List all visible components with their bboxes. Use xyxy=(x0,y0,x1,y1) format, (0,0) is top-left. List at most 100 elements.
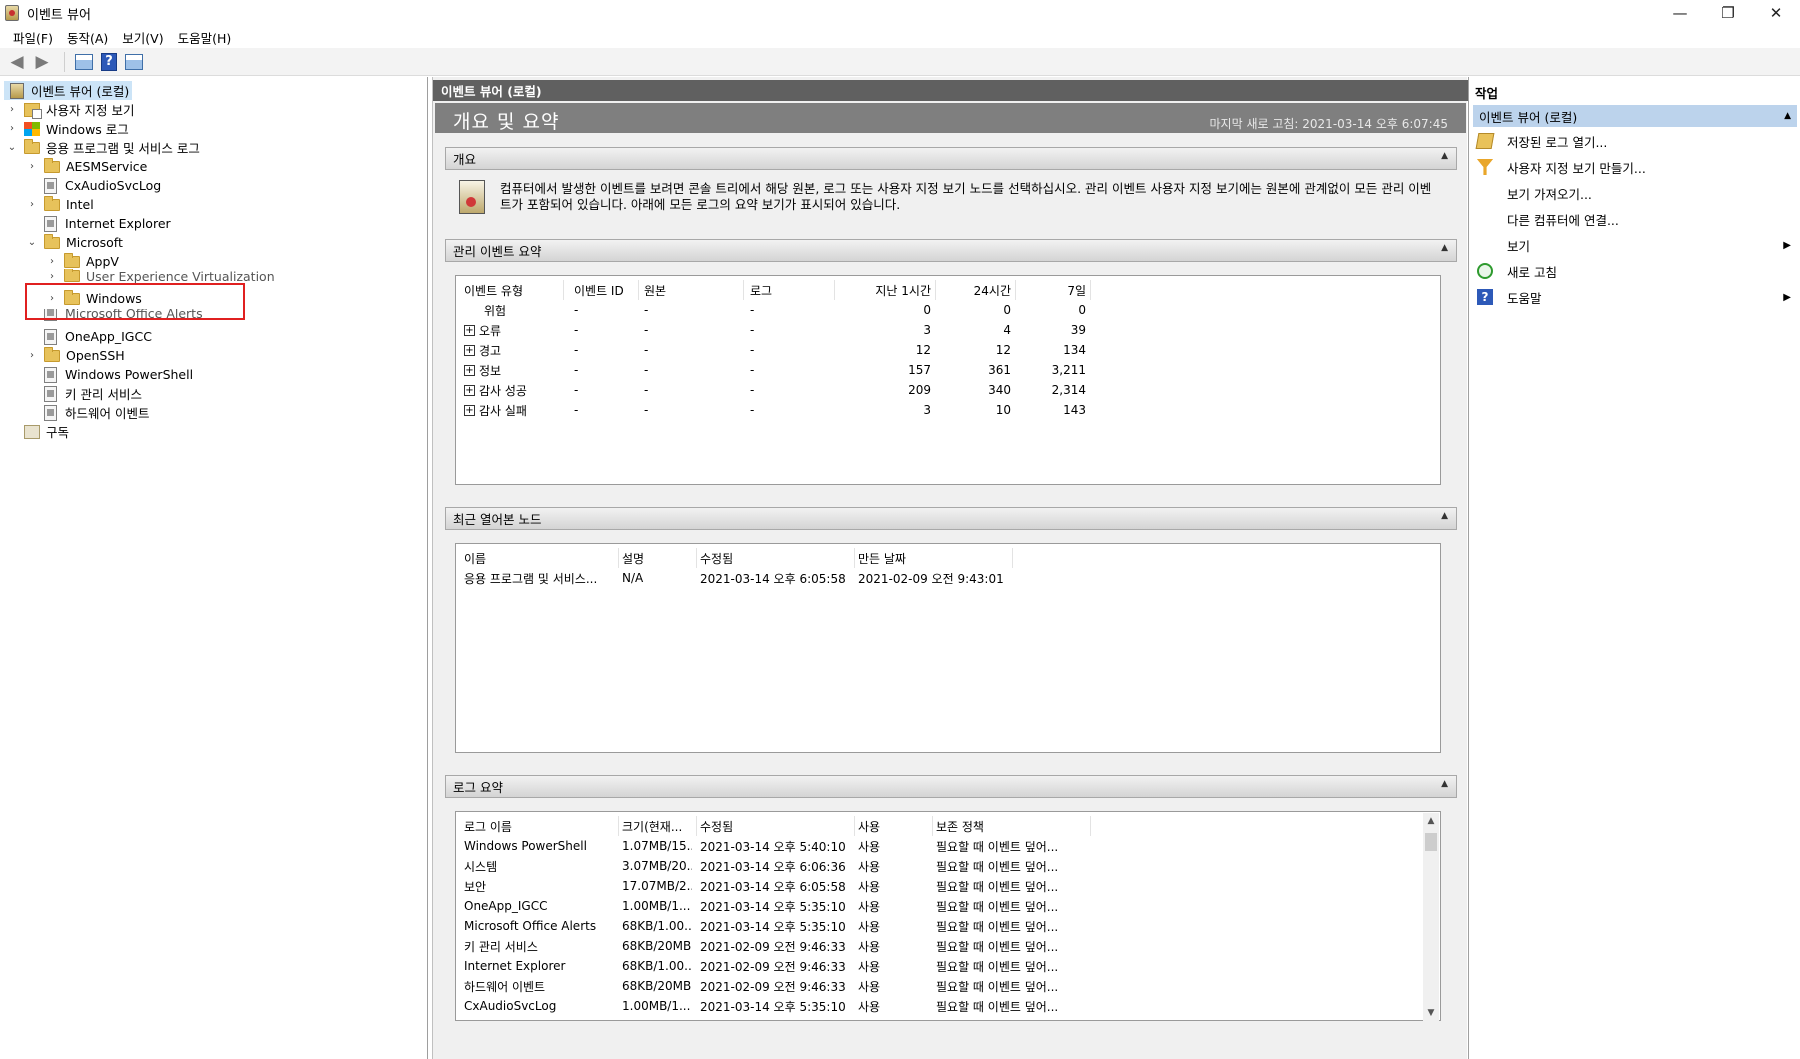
table-row[interactable]: 응용 프로그램 및 서비스... N/A 2021-03-14 오후 6:05:58… xyxy=(456,568,1016,588)
tree-item-openssh[interactable]: › OpenSSH xyxy=(26,346,125,365)
column-header[interactable]: 수정됨 xyxy=(700,816,850,836)
column-separator[interactable] xyxy=(696,548,697,568)
expand-plus-icon[interactable]: + xyxy=(464,364,475,376)
table-row[interactable]: + 정보 - - - 157 361 3,211 xyxy=(456,360,1096,380)
tree-item-user-experience-virtualization[interactable]: › User Experience Virtualization xyxy=(46,269,275,283)
chevron-right-icon[interactable]: › xyxy=(6,104,18,115)
tree-item-key-management-service[interactable]: › 키 관리 서비스 xyxy=(26,384,142,403)
column-separator[interactable] xyxy=(1090,816,1091,836)
tree-item-custom-views[interactable]: › 사용자 지정 보기 xyxy=(6,100,134,119)
table-row[interactable]: 위험 - - - 0 0 0 xyxy=(456,300,1096,320)
column-header[interactable]: 로그 이름 xyxy=(464,816,614,836)
column-separator[interactable] xyxy=(1090,280,1091,300)
collapse-up-icon[interactable]: ▲ xyxy=(1441,779,1448,789)
help-button[interactable]: ? xyxy=(98,51,120,73)
column-header[interactable]: 이벤트 유형 xyxy=(464,280,559,300)
column-separator[interactable] xyxy=(743,280,744,300)
column-header[interactable]: 만든 날짜 xyxy=(858,548,1008,568)
log-summary-section-header[interactable]: 로그 요약 ▲ xyxy=(445,775,1457,798)
column-separator[interactable] xyxy=(854,816,855,836)
scroll-thumb[interactable] xyxy=(1425,833,1437,851)
table-row[interactable]: + 경고 - - - 12 12 134 xyxy=(456,340,1096,360)
actions-group-header[interactable]: 이벤트 뷰어 (로컬) ▲ xyxy=(1473,105,1797,127)
action-item[interactable]: 보기 ▶ xyxy=(1473,234,1797,256)
tree-item-subscriptions[interactable]: › 구독 xyxy=(6,422,69,441)
chevron-down-icon[interactable]: ⌄ xyxy=(26,237,38,248)
column-header[interactable]: 원본 xyxy=(644,280,739,300)
chevron-right-icon[interactable]: › xyxy=(6,123,18,134)
forward-button[interactable]: ▶ xyxy=(31,51,53,73)
tree-item-windows-logs[interactable]: › Windows 로그 xyxy=(6,119,129,138)
action-item[interactable]: 다른 컴퓨터에 연결... xyxy=(1473,208,1797,230)
tree-root[interactable]: 이벤트 뷰어 (로컬) xyxy=(4,81,132,100)
table-row[interactable]: 보안 17.07MB/2... 2021-03-14 오후 6:05:58 사용 필요할… xyxy=(456,876,1096,896)
admin-events-section-header[interactable]: 관리 이벤트 요약 ▲ xyxy=(445,239,1457,262)
tree-item-internet-explorer[interactable]: › Internet Explorer xyxy=(26,214,171,233)
menu-view[interactable]: 보기(V) xyxy=(115,28,170,47)
column-header[interactable]: 7일 xyxy=(1016,280,1086,300)
action-item[interactable]: 저장된 로그 열기... xyxy=(1473,130,1797,152)
table-row[interactable]: Microsoft Office Alerts 68KB/1.00... 2021-… xyxy=(456,916,1096,936)
column-separator[interactable] xyxy=(563,280,564,300)
collapse-up-icon[interactable]: ▲ xyxy=(1441,151,1448,161)
table-row[interactable]: + 감사 실패 - - - 3 10 143 xyxy=(456,400,1096,420)
minimize-button[interactable]: — xyxy=(1656,0,1704,26)
tree-item-microsoft[interactable]: ⌄ Microsoft xyxy=(26,233,123,252)
column-header[interactable]: 24시간 xyxy=(936,280,1011,300)
action-item[interactable]: 보기 가져오기... xyxy=(1473,182,1797,204)
column-separator[interactable] xyxy=(638,280,639,300)
recent-nodes-section-header[interactable]: 최근 열어본 노드 ▲ xyxy=(445,507,1457,530)
show-hide-action-pane-button[interactable] xyxy=(123,51,145,73)
column-separator[interactable] xyxy=(834,280,835,300)
chevron-right-icon[interactable]: › xyxy=(26,161,38,172)
tree-item-oneapp-igcc[interactable]: › OneApp_IGCC xyxy=(26,327,152,346)
expand-plus-icon[interactable]: + xyxy=(464,384,475,396)
log-summary-scrollbar[interactable]: ▲ ▼ xyxy=(1423,813,1439,1021)
tree-item-windows-powershell[interactable]: › Windows PowerShell xyxy=(26,365,193,384)
column-separator[interactable] xyxy=(932,816,933,836)
restore-button[interactable]: ❐ xyxy=(1704,0,1752,26)
column-separator[interactable] xyxy=(618,816,619,836)
table-row[interactable]: 키 관리 서비스 68KB/20MB 2021-02-09 오전 9:46:33 사용… xyxy=(456,936,1096,956)
menu-file[interactable]: 파일(F) xyxy=(6,28,60,47)
expand-plus-icon[interactable]: + xyxy=(464,324,475,336)
table-row[interactable]: Windows PowerShell 1.07MB/15... 2021-03-14… xyxy=(456,836,1096,856)
table-row[interactable]: 하드웨어 이벤트 68KB/20MB 2021-02-09 오전 9:46:33 사용… xyxy=(456,976,1096,996)
menu-help[interactable]: 도움말(H) xyxy=(171,28,239,47)
scroll-down-icon[interactable]: ▼ xyxy=(1423,1005,1439,1021)
scroll-up-icon[interactable]: ▲ xyxy=(1423,813,1439,829)
expand-plus-icon[interactable]: + xyxy=(464,404,475,416)
action-item[interactable]: ? 도움말 ▶ xyxy=(1473,286,1797,308)
tree-item-intel[interactable]: › Intel xyxy=(26,195,94,214)
column-separator[interactable] xyxy=(696,816,697,836)
table-row[interactable]: + 감사 성공 - - - 209 340 2,314 xyxy=(456,380,1096,400)
column-separator[interactable] xyxy=(618,548,619,568)
table-row[interactable]: + 오류 - - - 3 4 39 xyxy=(456,320,1096,340)
table-row[interactable]: Internet Explorer 68KB/1.00... 2021-02-09 … xyxy=(456,956,1096,976)
tree-item-hardware-events[interactable]: › 하드웨어 이벤트 xyxy=(26,403,149,422)
chevron-right-icon[interactable]: › xyxy=(26,350,38,361)
column-header[interactable]: 사용 xyxy=(858,816,928,836)
expand-plus-icon[interactable]: + xyxy=(464,344,475,356)
column-header[interactable]: 지난 1시간 xyxy=(836,280,931,300)
tree-item-cxaudiosvclog[interactable]: › CxAudioSvcLog xyxy=(26,176,161,195)
column-header[interactable]: 이름 xyxy=(464,548,614,568)
action-item[interactable]: 새로 고침 xyxy=(1473,260,1797,282)
overview-section-header[interactable]: 개요 ▲ xyxy=(445,147,1457,170)
column-header[interactable]: 크기(현재... xyxy=(622,816,692,836)
close-button[interactable]: ✕ xyxy=(1752,0,1800,26)
show-hide-console-tree-button[interactable] xyxy=(73,51,95,73)
column-separator[interactable] xyxy=(854,548,855,568)
column-header[interactable]: 로그 xyxy=(750,280,830,300)
tree-item-aesmservice[interactable]: › AESMService xyxy=(26,157,147,176)
chevron-right-icon[interactable]: › xyxy=(26,199,38,210)
action-item[interactable]: 사용자 지정 보기 만들기... xyxy=(1473,156,1797,178)
column-header[interactable]: 이벤트 ID xyxy=(574,280,634,300)
back-button[interactable]: ◀ xyxy=(6,51,28,73)
chevron-down-icon[interactable]: ⌄ xyxy=(6,142,18,153)
table-row[interactable]: CxAudioSvcLog 1.00MB/1... 2021-03-14 오후 5:… xyxy=(456,996,1096,1016)
chevron-right-icon[interactable]: › xyxy=(46,271,58,282)
tree-item-app-service-logs[interactable]: ⌄ 응용 프로그램 및 서비스 로그 xyxy=(6,138,200,157)
table-row[interactable]: 시스템 3.07MB/20... 2021-03-14 오후 6:06:36 사용 필요… xyxy=(456,856,1096,876)
column-header[interactable]: 보존 정책 xyxy=(936,816,1086,836)
